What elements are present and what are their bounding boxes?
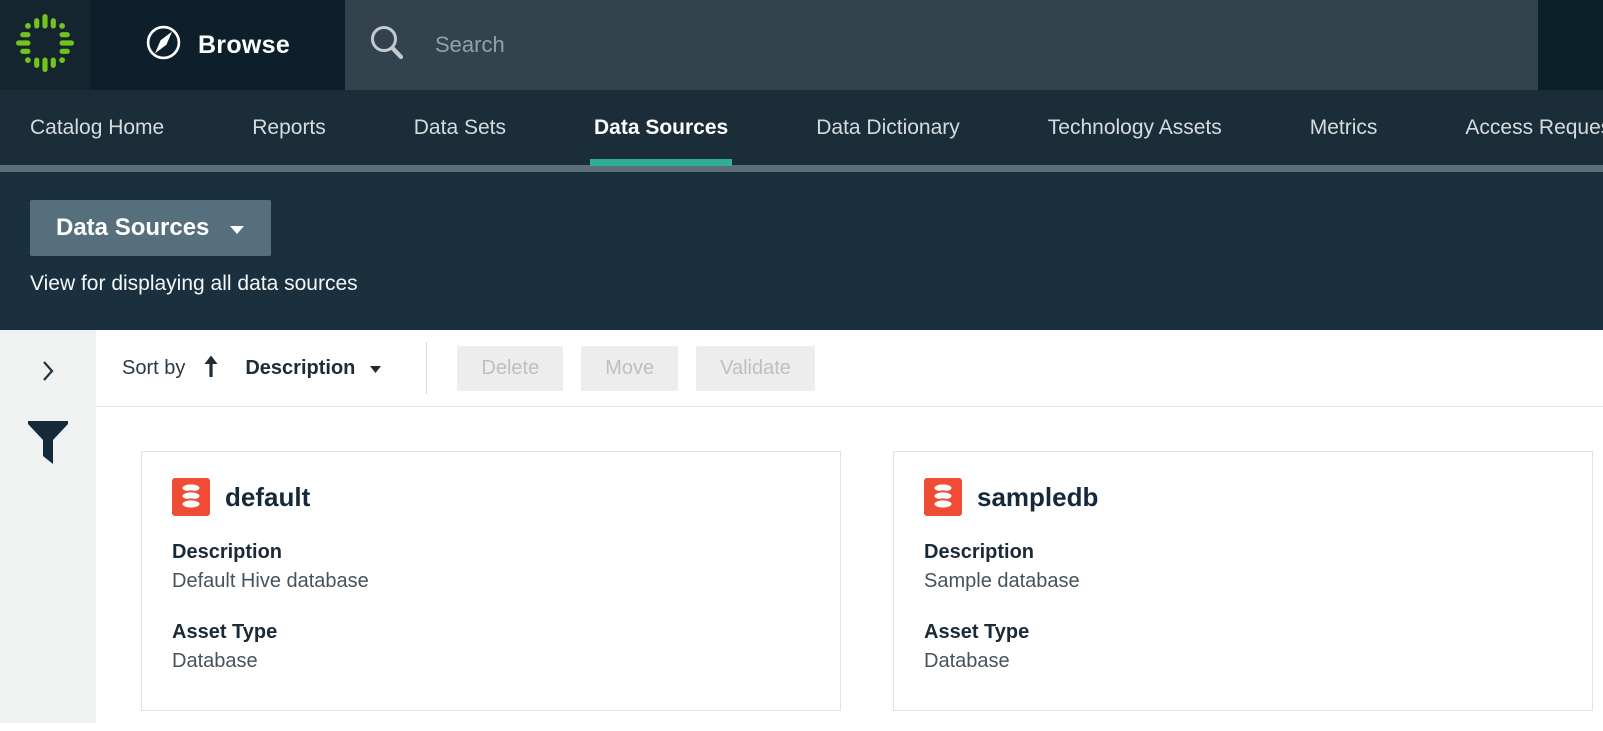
caret-down-icon <box>369 357 382 380</box>
search-bar[interactable] <box>345 0 1538 90</box>
tab-access-requests[interactable]: Access Requests <box>1465 116 1603 140</box>
main-area: Sort by Description <box>0 330 1603 731</box>
description-value: Sample database <box>924 567 1562 596</box>
browse-label: Browse <box>198 31 290 60</box>
compass-icon <box>145 24 182 66</box>
data-source-title[interactable]: default <box>225 482 310 513</box>
view-selector-label: Data Sources <box>56 214 209 242</box>
validate-button[interactable]: Validate <box>696 346 815 391</box>
browse-menu[interactable]: Browse <box>90 0 345 90</box>
tab-catalog-home[interactable]: Catalog Home <box>30 116 164 140</box>
results-toolbar: Sort by Description <box>96 330 1603 406</box>
data-source-title[interactable]: sampledb <box>977 482 1098 513</box>
app-root: Browse Catalog Home Reports Data Sets Da… <box>0 0 1603 731</box>
database-icon <box>924 478 962 516</box>
page-hero: Data Sources View for displaying all dat… <box>0 172 1603 330</box>
database-icon <box>172 478 210 516</box>
delete-button[interactable]: Delete <box>457 346 563 391</box>
tab-metrics[interactable]: Metrics <box>1310 116 1378 140</box>
view-selector-button[interactable]: Data Sources <box>30 200 271 256</box>
asset-type-value: Database <box>172 647 810 676</box>
asset-type-label: Asset Type <box>924 618 1562 647</box>
top-header: Browse <box>0 0 1603 90</box>
data-source-card-sampledb[interactable]: sampledb Description Sample database Ass… <box>893 451 1593 711</box>
view-description: View for displaying all data sources <box>30 272 1603 296</box>
sort-ascending-arrow-icon <box>203 354 219 383</box>
move-button[interactable]: Move <box>581 346 678 391</box>
header-right-filler <box>1538 0 1603 90</box>
data-source-card-default[interactable]: default Description Default Hive databas… <box>141 451 841 711</box>
filter-button[interactable] <box>22 415 74 474</box>
app-logo[interactable] <box>0 0 90 90</box>
sort-direction-toggle[interactable] <box>203 354 219 383</box>
expand-panel-button[interactable] <box>36 354 60 391</box>
tab-technology-assets[interactable]: Technology Assets <box>1048 116 1222 140</box>
sort-field-dropdown[interactable]: Description <box>245 357 382 380</box>
tab-reports[interactable]: Reports <box>252 116 326 140</box>
toolbar-divider <box>426 342 427 394</box>
search-input[interactable] <box>435 32 1538 58</box>
description-label: Description <box>172 538 810 567</box>
asset-type-label: Asset Type <box>172 618 810 647</box>
nav-scroll-track[interactable] <box>0 165 1603 172</box>
tab-data-sets[interactable]: Data Sets <box>414 116 506 140</box>
description-label: Description <box>924 538 1562 567</box>
tab-data-dictionary[interactable]: Data Dictionary <box>816 116 960 140</box>
filter-rail <box>0 330 96 723</box>
sort-field-value: Description <box>245 357 355 380</box>
filter-funnel-icon <box>26 455 70 470</box>
asset-type-value: Database <box>924 647 1562 676</box>
sort-by-label: Sort by <box>122 357 185 380</box>
results-panel: Sort by Description <box>96 330 1603 731</box>
search-icon <box>367 23 407 68</box>
description-value: Default Hive database <box>172 567 810 596</box>
catalog-nav: Catalog Home Reports Data Sets Data Sour… <box>0 90 1603 172</box>
alation-logo <box>16 14 74 77</box>
caret-down-icon <box>229 214 245 242</box>
tab-data-sources[interactable]: Data Sources <box>594 116 728 140</box>
card-grid: default Description Default Hive databas… <box>96 406 1603 711</box>
chevron-right-icon <box>40 372 56 387</box>
